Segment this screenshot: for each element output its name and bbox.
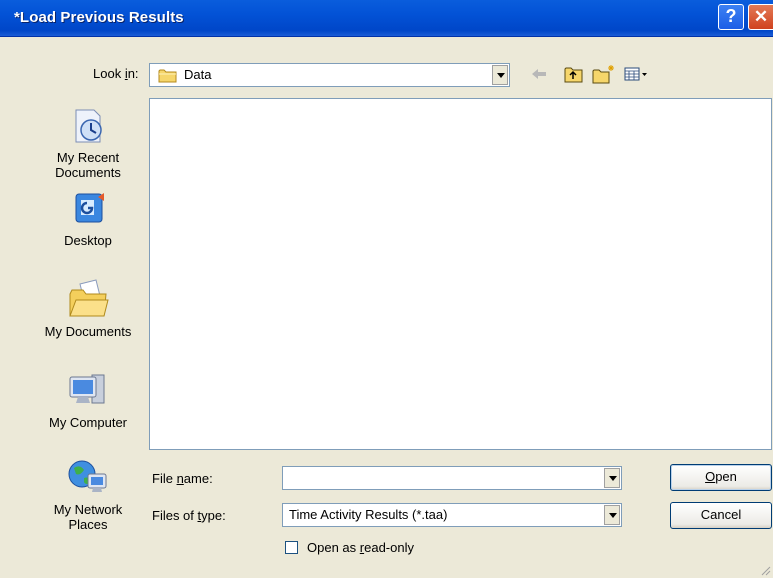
place-my-computer[interactable]: My Computer <box>33 371 143 430</box>
file-name-input[interactable] <box>282 466 622 490</box>
recent-documents-icon <box>75 109 102 143</box>
place-label: My Recent <box>56 150 120 165</box>
file-list[interactable] <box>149 98 772 450</box>
view-menu-icon[interactable] <box>623 63 649 85</box>
close-icon: ✕ <box>753 7 769 26</box>
place-label: My Computer <box>48 415 128 430</box>
file-type-dropdown-arrow[interactable] <box>604 505 620 525</box>
place-my-documents[interactable]: My Documents <box>33 276 143 339</box>
place-network[interactable]: My Network Places <box>33 458 143 532</box>
place-label: My Network <box>53 502 123 517</box>
back-icon[interactable] <box>530 63 548 85</box>
place-recent-documents[interactable]: My Recent Documents <box>33 106 143 180</box>
help-icon: ? <box>725 6 737 26</box>
read-only-label[interactable]: Open as read-only <box>307 540 414 555</box>
close-button[interactable]: ✕ <box>748 4 773 30</box>
resize-grip-icon[interactable] <box>761 566 771 576</box>
title-bar: *Load Previous Results ? ✕ <box>0 0 773 37</box>
place-label: Documents <box>55 165 121 180</box>
file-type-value: Time Activity Results (*.taa) <box>289 507 448 522</box>
file-name-label: File name: <box>152 471 213 486</box>
my-documents-icon <box>69 279 109 317</box>
network-places-icon <box>68 460 107 492</box>
look-in-label: Look in: <box>93 66 139 81</box>
file-type-label: Files of type: <box>152 508 226 523</box>
place-label: Desktop <box>64 233 112 248</box>
cancel-button[interactable]: Cancel <box>670 502 772 529</box>
place-label: My Documents <box>44 324 132 339</box>
places-bar: My Recent Documents Desktop My Documents… <box>33 96 143 574</box>
place-desktop[interactable]: Desktop <box>33 191 143 248</box>
look-in-dropdown[interactable]: Data <box>149 63 510 87</box>
window-title: *Load Previous Results <box>14 9 184 26</box>
read-only-checkbox[interactable] <box>285 541 298 554</box>
look-in-dropdown-arrow[interactable] <box>492 65 508 85</box>
folder-icon <box>158 69 177 83</box>
look-in-value: Data <box>184 67 212 82</box>
desktop-icon <box>75 193 104 223</box>
open-button[interactable]: Open <box>670 464 772 491</box>
my-computer-icon <box>69 374 105 404</box>
new-folder-icon[interactable] <box>591 63 617 85</box>
place-label: Places <box>68 517 108 532</box>
file-name-dropdown-arrow[interactable] <box>604 468 620 488</box>
help-button[interactable]: ? <box>718 4 744 30</box>
up-folder-icon[interactable] <box>563 63 585 85</box>
file-type-dropdown[interactable]: Time Activity Results (*.taa) <box>282 503 622 527</box>
